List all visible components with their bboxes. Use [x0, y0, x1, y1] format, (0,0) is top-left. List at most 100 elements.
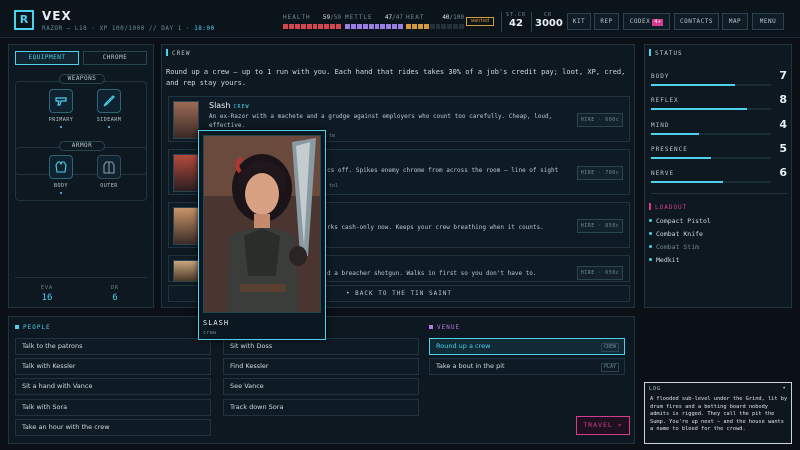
sidearm-slot[interactable] — [97, 89, 121, 113]
bar-segment — [345, 24, 350, 29]
divider — [651, 193, 787, 194]
credits: CR 3000 — [535, 12, 563, 29]
bar-segment — [368, 24, 374, 29]
top-bar: R VEX RAZOR — L18 · XP 100/1000 // DAY 1… — [0, 0, 800, 38]
action-talk-sora[interactable]: Talk with Sora — [15, 399, 211, 416]
bar-segment — [294, 24, 300, 29]
codex-button[interactable]: CODEX 4+ — [623, 13, 670, 30]
stat-reflex: REFLEX 8 — [651, 93, 787, 110]
weapons-title: WEAPONS — [59, 74, 105, 84]
bar-segment — [411, 24, 417, 29]
bar-segment — [336, 24, 342, 29]
crew-portrait-large — [203, 135, 321, 313]
loadout-item: Combat Stim — [649, 243, 699, 251]
action-hour-crew[interactable]: Take an hour with the crew — [15, 419, 211, 436]
primary-label: PRIMARY — [48, 117, 74, 123]
status-title: STATUS — [649, 49, 683, 57]
eva-stat: EVA 16 — [40, 285, 54, 303]
crew-role: CREW — [233, 104, 250, 110]
crew-intro: Round up a crew — up to 1 run with you. … — [166, 68, 626, 87]
action-sit-doss[interactable]: Sit with Doss — [223, 338, 419, 355]
outer-armor-slot[interactable] — [97, 155, 121, 179]
loadout-item: Compact Pistol — [649, 217, 711, 225]
crew-title: CREW — [166, 49, 190, 57]
stat-presence: PRESENCE 5 — [651, 142, 787, 159]
crew-portrait — [173, 101, 199, 139]
status-panel: STATUS BODY 7 REFLEX 8 MIND 4 PRESENCE 5 NER… — [644, 44, 792, 308]
action-track-sora[interactable]: Track down Sora — [223, 399, 419, 416]
coat-icon — [103, 161, 115, 174]
codex-badge: 4+ — [652, 19, 664, 26]
crew-detail-card: SLASH crew — [198, 130, 326, 340]
loadout-item: Combat Knife — [649, 230, 703, 238]
hire-button[interactable]: HIRE · 600c — [577, 113, 623, 127]
bar-segment — [447, 24, 453, 29]
action-talk-kessler[interactable]: Talk with Kessler — [15, 358, 211, 375]
dr-stat: DR 6 — [110, 285, 120, 303]
sidearm-dot — [108, 126, 110, 128]
tab-equipment[interactable]: EQUIPMENT — [15, 51, 79, 65]
map-button[interactable]: MAP — [722, 13, 748, 30]
primary-slot[interactable] — [49, 89, 73, 113]
tab-chrome[interactable]: CHROME — [83, 51, 147, 65]
divider — [15, 277, 147, 278]
action-talk-patrons[interactable]: Talk to the patrons — [15, 338, 211, 355]
bar-segment — [380, 24, 386, 29]
popup-role: crew — [203, 330, 217, 336]
body-label: BODY — [53, 183, 69, 189]
stat-mind: MIND 4 — [651, 118, 787, 135]
bar-segment — [435, 24, 441, 29]
street-cred: ST.CR 42 — [505, 12, 527, 29]
bar-segment — [312, 24, 318, 29]
outer-label: OUTER — [100, 183, 118, 189]
bar-segment — [318, 24, 324, 29]
action-bout-pit[interactable]: Take a bout in the pit PLAY — [429, 358, 625, 375]
crew-extra: te — [329, 133, 336, 139]
heat-bar — [406, 24, 465, 29]
hire-button[interactable]: HIRE · 650c — [577, 266, 623, 280]
menu-button[interactable]: MENU — [752, 13, 784, 30]
crew-desc: cs off. Spikes enemy chrome from across … — [327, 167, 559, 174]
body-armor-slot[interactable] — [49, 155, 73, 179]
hire-button[interactable]: HIRE · 850c — [577, 219, 623, 233]
action-sit-vance[interactable]: Sit a hand with Vance — [15, 378, 211, 395]
divider — [501, 12, 502, 32]
venue-title: VENUE — [429, 324, 460, 331]
stat-body: BODY 7 — [651, 69, 787, 86]
crew-desc: d a breacher shotgun. Walks in first so … — [327, 270, 537, 277]
bar-segment — [392, 24, 398, 29]
heat-stat: HEAT 40/100 — [406, 14, 465, 29]
action-see-vance[interactable]: See Vance — [223, 378, 419, 395]
log-toggle[interactable]: • — [782, 385, 786, 392]
bar-segment — [288, 24, 294, 29]
character-name: VEX — [42, 9, 72, 23]
crew-name-row: Slash CREW — [209, 101, 250, 110]
armor-box — [15, 147, 147, 201]
action-tag: CREW — [600, 343, 619, 352]
bar-segment — [350, 24, 356, 29]
stat-nerve: NERVE 6 — [651, 166, 787, 183]
hire-button[interactable]: HIRE · 700c — [577, 166, 623, 180]
kit-button[interactable]: KIT — [567, 13, 591, 30]
log-panel: LOG • A flooded sub-level under the Grin… — [644, 382, 792, 444]
action-find-kessler[interactable]: Find Kessler — [223, 358, 419, 375]
character-logo: R — [14, 10, 34, 30]
crew-extra: tol — [329, 183, 339, 189]
log-title: LOG — [649, 386, 662, 392]
equipment-panel: EQUIPMENT CHROME WEAPONS PRIMARY SIDEARM… — [8, 44, 154, 308]
contacts-button[interactable]: CONTACTS — [674, 13, 719, 30]
game-time: 18:00 — [194, 25, 215, 32]
wanted-badge: wanted — [466, 17, 494, 26]
knife-icon — [103, 95, 115, 107]
bar-segment — [374, 24, 380, 29]
action-round-up-crew[interactable]: Round up a crew CREW — [429, 338, 625, 355]
bar-segment — [453, 24, 459, 29]
crew-portrait — [173, 260, 199, 282]
bar-segment — [330, 24, 336, 29]
bar-segment — [441, 24, 447, 29]
rep-button[interactable]: REP — [594, 13, 619, 30]
travel-button[interactable]: TRAVEL » — [576, 416, 630, 435]
log-text: A flooded sub-level under the Grind, lit… — [650, 396, 788, 432]
bar-segment — [423, 24, 429, 29]
vest-icon — [55, 161, 67, 173]
